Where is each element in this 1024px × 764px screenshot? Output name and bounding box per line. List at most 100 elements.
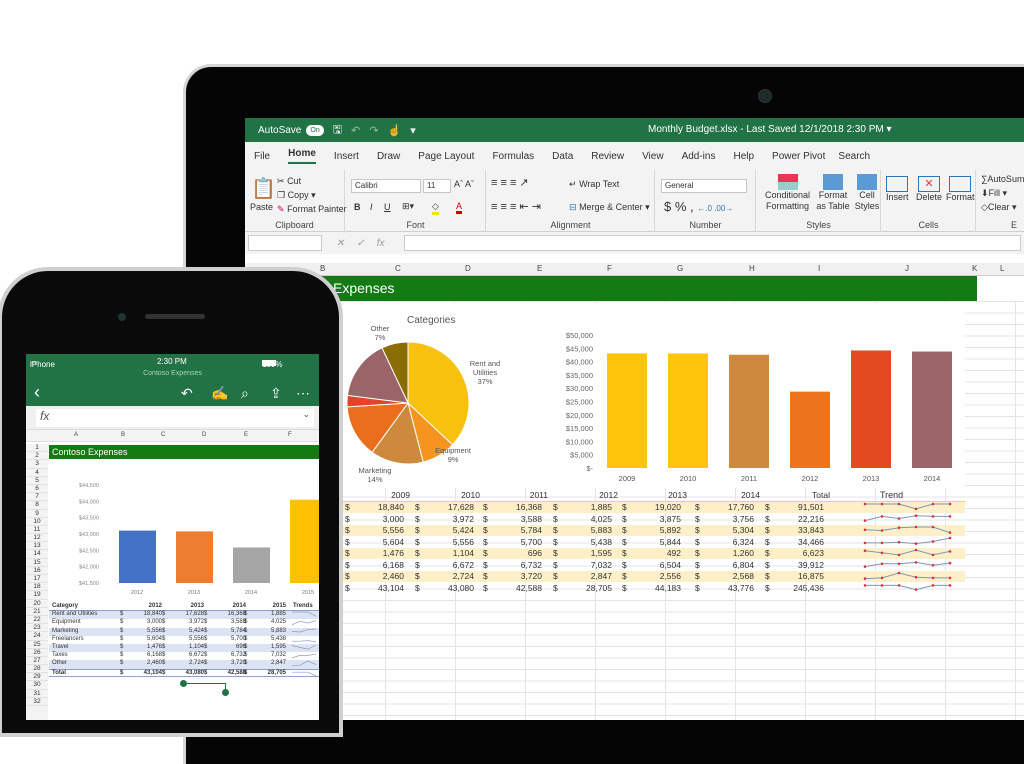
table-cell[interactable]: 2,460 — [383, 571, 404, 581]
column-header[interactable]: L — [1000, 264, 1004, 273]
row-header[interactable]: 5 — [26, 477, 48, 485]
copy-button[interactable]: ❐ Copy ▾ — [277, 190, 316, 201]
row-header[interactable]: 3 — [26, 460, 48, 469]
row-header[interactable]: 27 — [26, 657, 48, 666]
row-header[interactable]: 28 — [26, 665, 48, 674]
table-cell[interactable]: Other — [52, 660, 67, 666]
table-row[interactable]: Taxes 6,168 $6,672 $6,732 $7,032 $ — [49, 652, 319, 660]
table-cell[interactable]: 16,875 — [798, 571, 824, 581]
column-header[interactable]: A — [74, 432, 78, 438]
name-box[interactable] — [248, 235, 322, 251]
table-cell[interactable]: 42,588 — [516, 583, 542, 593]
table-row[interactable]: Rent and Utilities 18,840 $17,628 $16,368 $1… — [49, 611, 319, 620]
conditional-formatting-button[interactable]: Conditional Formatting — [765, 174, 810, 212]
table-cell[interactable]: 5,700 — [521, 537, 542, 547]
format-painter-button[interactable]: ✎ Format Painter — [277, 204, 347, 215]
bar-2011[interactable] — [729, 354, 769, 468]
insert-function-button[interactable]: fx — [377, 238, 385, 249]
row-header[interactable]: 32 — [26, 698, 48, 706]
tab-file[interactable]: File — [254, 151, 270, 162]
row-header[interactable]: 24 — [26, 632, 48, 641]
table-cell[interactable]: 43,776 — [728, 583, 754, 593]
table-cell[interactable]: 3,720 — [521, 571, 542, 581]
table-cell[interactable]: 6,732 — [521, 560, 542, 570]
vertical-align-icons[interactable]: ≡ ≡ ≡ ↗ — [491, 176, 529, 189]
table-cell[interactable]: 1,595 — [591, 548, 612, 558]
table-cell[interactable]: Total — [52, 670, 66, 676]
search-icon[interactable]: ⌕ — [241, 385, 249, 402]
font-size-select[interactable]: 11 — [423, 179, 451, 193]
table-row[interactable]: Travel 1,476 $1,104 $696 $1,595 $ — [49, 643, 319, 653]
number-format-select[interactable]: General — [661, 179, 747, 193]
row-header[interactable]: 26 — [26, 649, 48, 657]
table-cell[interactable]: 17,628 — [186, 611, 204, 617]
table-cell[interactable]: 43,080 — [448, 583, 474, 593]
wrap-text-button[interactable]: ↵ Wrap Text — [569, 179, 619, 190]
table-row[interactable]: $3,000 $3,972 $3,588 $4,025 $3,875 $3,756 $22,… — [335, 513, 965, 525]
row-header[interactable]: 7 — [26, 493, 48, 502]
row-header[interactable]: 22 — [26, 616, 48, 625]
table-cell[interactable]: 43,104 — [378, 583, 404, 593]
font-size-buttons[interactable]: Aˆ Aˇ — [454, 179, 474, 189]
tab-insert[interactable]: Insert — [334, 151, 359, 162]
tab-add-ins[interactable]: Add-ins — [682, 151, 716, 162]
table-cell[interactable]: 3,972 — [189, 619, 204, 625]
table-cell[interactable]: 43,104 — [144, 670, 162, 676]
table-cell[interactable]: 5,892 — [660, 525, 681, 535]
table-cell[interactable]: 6,324 — [733, 537, 754, 547]
table-cell[interactable]: 2,568 — [733, 571, 754, 581]
table-cell[interactable]: 2,847 — [591, 571, 612, 581]
bar-2009[interactable] — [607, 353, 647, 468]
comma-button[interactable]: , — [690, 199, 694, 214]
table-cell[interactable]: 7,032 — [271, 652, 286, 658]
table-cell[interactable]: Travel — [52, 644, 68, 650]
table-cell[interactable]: Marketing — [52, 628, 78, 634]
table-cell[interactable]: 5,424 — [453, 525, 474, 535]
draw-icon[interactable]: ✍ — [211, 385, 228, 402]
table-row[interactable]: $43,104 $43,080 $42,588 $28,705 $44,183 $43,7… — [335, 582, 965, 594]
table-cell[interactable]: 43,080 — [186, 670, 204, 676]
table-cell[interactable]: 5,556 — [383, 525, 404, 535]
table-row[interactable]: Equipment 3,000 $3,972 $3,588 $4,025 $ — [49, 619, 319, 627]
table-cell[interactable]: 17,628 — [448, 502, 474, 512]
row-header[interactable]: 20 — [26, 600, 48, 608]
merge-center-button[interactable]: ⊟ Merge & Center ▾ — [569, 202, 650, 213]
column-header[interactable]: C — [395, 264, 401, 273]
table-cell[interactable]: 6,804 — [733, 560, 754, 570]
customize-qat-icon[interactable]: ▾ — [410, 124, 416, 137]
tab-page-layout[interactable]: Page Layout — [418, 151, 474, 162]
row-header[interactable]: 11 — [26, 526, 48, 535]
column-header[interactable]: B — [121, 432, 125, 438]
insert-button[interactable]: Insert — [886, 176, 909, 202]
table-cell[interactable]: 5,556 — [189, 636, 204, 642]
cell-styles-button[interactable]: Cell Styles — [853, 174, 881, 212]
paste-button[interactable]: Paste — [250, 202, 273, 212]
tab-power-pivot[interactable]: Power Pivot — [772, 151, 825, 162]
table-cell[interactable]: Equipment — [52, 619, 81, 625]
tab-formulas[interactable]: Formulas — [492, 151, 534, 162]
row-header[interactable]: 10 — [26, 518, 48, 526]
touch-mode-icon[interactable]: ☝ — [388, 124, 402, 137]
column-header[interactable]: F — [607, 264, 612, 273]
row-header[interactable]: 17 — [26, 575, 48, 584]
row-header[interactable]: 15 — [26, 559, 48, 567]
row-header[interactable]: 25 — [26, 641, 48, 649]
decimal-icons[interactable]: ←.0 .00→ — [697, 204, 733, 213]
table-cell[interactable]: 34,466 — [798, 537, 824, 547]
borders-icon[interactable]: ⊞▾ — [402, 201, 414, 212]
bold-button[interactable]: B — [354, 202, 361, 212]
table-cell[interactable]: 3,875 — [660, 514, 681, 524]
table-cell[interactable]: 5,424 — [189, 628, 204, 634]
table-cell[interactable]: 28,705 — [268, 670, 286, 676]
fill-color-icon[interactable]: ◇ — [432, 201, 439, 215]
table-row[interactable]: $5,556 $5,424 $5,784 $5,883 $5,892 $5,304 $33,… — [335, 524, 965, 536]
table-cell[interactable]: 4,025 — [271, 619, 286, 625]
table-cell[interactable]: 16,368 — [516, 502, 542, 512]
undo-icon[interactable]: ↶ — [181, 385, 193, 402]
paste-icon[interactable]: 📋 — [251, 176, 276, 201]
table-cell[interactable]: 2,556 — [660, 571, 681, 581]
bar-2014[interactable] — [233, 547, 270, 583]
bar-chart[interactable]: $- $5,000 $10,000 $15,000 $20,000 $25,000 $30,… — [545, 303, 965, 488]
enter-icon[interactable]: ✓ — [356, 238, 364, 249]
selection-handle-end[interactable] — [222, 689, 229, 696]
